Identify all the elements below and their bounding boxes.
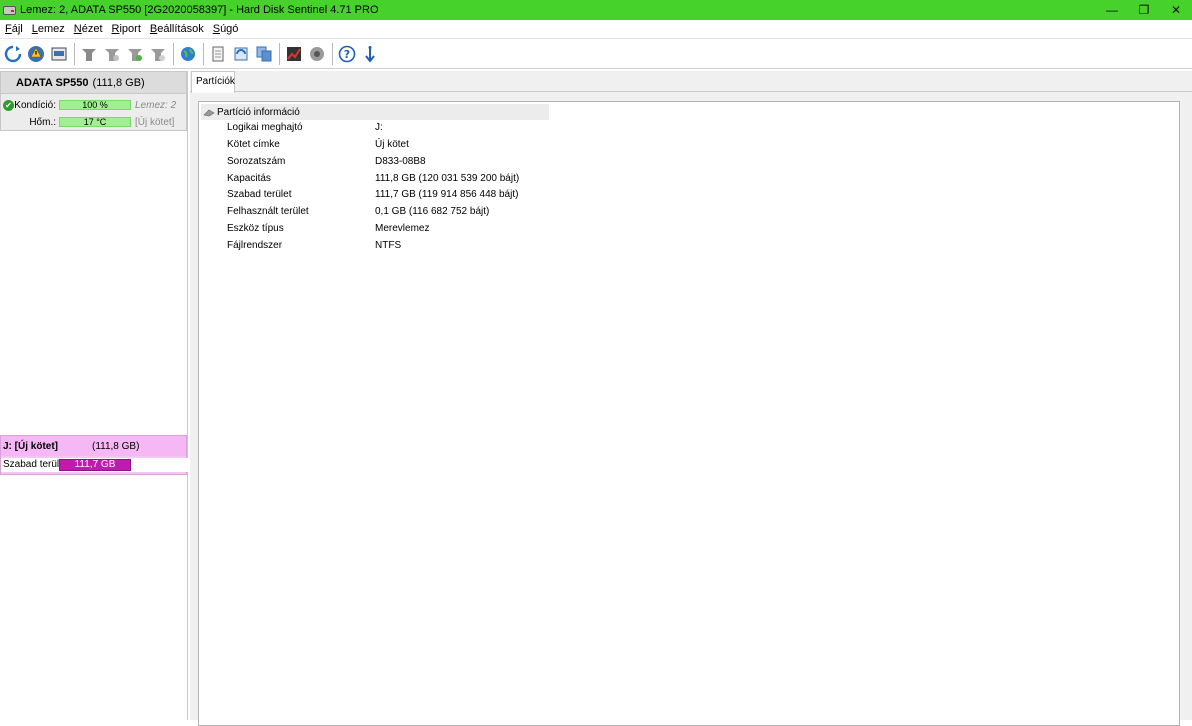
condition-bar: 100 % [59, 100, 131, 110]
info-row: Fájlrendszer NTFS [227, 240, 827, 256]
title-bar: Lemez: 2, ADATA SP550 [2G2020058397] - H… [0, 0, 1192, 20]
partition-size: (111,8 GB) [92, 440, 140, 452]
info-value: 0,1 GB (116 682 752 bájt) [375, 206, 490, 217]
toolbar-separator [203, 42, 204, 65]
menu-view[interactable]: Nézet [71, 23, 109, 35]
warning-icon[interactable] [25, 42, 47, 66]
info-value: 111,7 GB (119 914 856 448 bájt) [375, 189, 519, 200]
info-row: Kötet címke Új kötet [227, 139, 827, 155]
info-key: Sorozatszám [227, 156, 286, 167]
free-space-bar: 111,7 GB [59, 459, 131, 471]
section-header: Partíció információ [201, 104, 549, 120]
info-value: J: [375, 122, 383, 133]
test-icon[interactable] [78, 42, 100, 66]
free-space-label: Szabad terület [3, 459, 68, 470]
temperature-label: Hőm.: [29, 116, 56, 128]
section-title: Partíció információ [217, 106, 300, 118]
condition-row: ✔ Kondíció: 100 % Lemez: 2 [1, 98, 188, 112]
partition-icon [203, 109, 215, 116]
short-test-icon[interactable] [124, 42, 146, 66]
temperature-row: Hőm.: 17 °C [Új kötet] [1, 115, 188, 129]
info-key: Kapacitás [227, 173, 271, 184]
cycle-icon[interactable] [230, 42, 252, 66]
help-icon[interactable]: ? [336, 42, 358, 66]
info-key: Kötet címke [227, 139, 280, 150]
menu-report[interactable]: Riport [109, 23, 147, 35]
app-disk-icon[interactable] [3, 4, 16, 17]
graph-icon[interactable] [283, 42, 305, 66]
tab-strip: Partíciók [190, 71, 1192, 93]
info-key: Felhasznált terület [227, 206, 309, 217]
disk-card[interactable]: ADATA SP550 (111,8 GB) ✔ Kondíció: 100 %… [0, 71, 187, 131]
condition-label: Kondíció: [14, 99, 56, 111]
partition-card[interactable]: J: [Új kötet] (111,8 GB) Szabad terület … [0, 435, 188, 475]
partition-header: J: [Új kötet] (111,8 GB) [1, 436, 186, 456]
menu-file[interactable]: Fájl [2, 23, 29, 35]
right-panel: Partíciók Partíció információ Logikai me… [190, 71, 1192, 726]
info-value: D833-08B8 [375, 156, 426, 167]
svg-text:?: ? [344, 48, 350, 61]
disk-size: (111,8 GB) [92, 76, 145, 89]
document-icon[interactable] [207, 42, 229, 66]
restore-button[interactable]: ❐ [1128, 0, 1160, 20]
window-title: Lemez: 2, ADATA SP550 [2G2020058397] - H… [20, 4, 379, 16]
info-key: Fájlrendszer [227, 240, 283, 251]
minimize-button[interactable]: — [1096, 0, 1128, 20]
check-icon: ✔ [3, 99, 14, 111]
refresh-icon[interactable] [2, 42, 24, 66]
menu-settings[interactable]: Beállítások [147, 23, 210, 35]
volume-label: [Új kötet] [135, 116, 175, 128]
close-button[interactable]: ✕ [1160, 0, 1192, 20]
disk-number: Lemez: 2 [135, 99, 177, 111]
info-row: Sorozatszám D833-08B8 [227, 156, 827, 172]
info-value: 111,8 GB (120 031 539 200 bájt) [375, 173, 520, 184]
info-value: Merevlemez [375, 223, 430, 234]
partition-info-panel: Partíció információ Logikai meghajtó J: … [198, 101, 1180, 726]
free-space-row: Szabad terület 111,7 GB [1, 458, 188, 472]
info-row: Kapacitás 111,8 GB (120 031 539 200 bájt… [227, 173, 827, 189]
info-key: Logikai meghajtó [227, 122, 303, 133]
globe-icon[interactable] [177, 42, 199, 66]
info-key: Eszköz típus [227, 223, 284, 234]
toolbar-separator [74, 42, 75, 65]
info-row: Szabad terület 111,7 GB (119 914 856 448… [227, 189, 827, 205]
info-value: NTFS [375, 240, 402, 251]
toolbar-separator [173, 42, 174, 65]
toolbar-separator [332, 42, 333, 65]
temperature-bar: 17 °C [59, 117, 131, 127]
info-key: Szabad terület [227, 189, 292, 200]
surface-test-icon[interactable] [101, 42, 123, 66]
menu-help[interactable]: Súgó [210, 23, 245, 35]
disk-report-icon[interactable] [48, 42, 70, 66]
menu-bar: Fájl Lemez Nézet Riport Beállítások Súgó [0, 20, 1192, 38]
info-row: Logikai meghajtó J: [227, 122, 827, 138]
toolbar-separator [279, 42, 280, 65]
info-row: Eszköz típus Merevlemez [227, 223, 827, 239]
sound-icon[interactable] [306, 42, 328, 66]
info-icon[interactable] [359, 42, 381, 66]
disk-name: ADATA SP550 [16, 76, 89, 89]
tab-partitions[interactable]: Partíciók [191, 71, 235, 93]
left-panel: ADATA SP550 (111,8 GB) ✔ Kondíció: 100 %… [0, 71, 188, 720]
partition-letter: J: [Új kötet] [3, 440, 58, 452]
info-value: Új kötet [375, 139, 409, 150]
toolbar: ? [0, 38, 1192, 69]
window-controls: — ❐ ✕ [1096, 0, 1192, 20]
extended-test-icon[interactable] [147, 42, 169, 66]
info-row: Felhasznált terület 0,1 GB (116 682 752 … [227, 206, 827, 222]
clone-icon[interactable] [253, 42, 275, 66]
disk-header: ADATA SP550 (111,8 GB) [1, 72, 186, 94]
menu-disk[interactable]: Lemez [29, 23, 71, 35]
